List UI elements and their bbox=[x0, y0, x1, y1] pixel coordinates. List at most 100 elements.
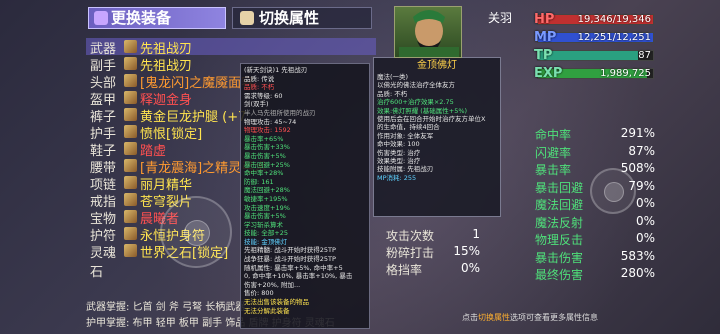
attribute-label: 魔法反射 bbox=[535, 215, 584, 230]
tooltip-line: 暴击伤害+33% bbox=[244, 143, 290, 152]
tooltip-line: 学习斩杀算术 bbox=[244, 220, 283, 229]
left-joystick[interactable] bbox=[160, 196, 232, 268]
attribute-value: 0% bbox=[635, 213, 655, 228]
hint-pre: 点击 bbox=[462, 313, 478, 322]
item-icon bbox=[124, 244, 137, 257]
weapon-mastery: 武器掌握: 匕首 剑 斧 弓弩 长柄武器 bbox=[86, 302, 246, 313]
equipment-row[interactable]: 武器 先祖战刃 bbox=[86, 38, 376, 57]
stat-label: 粉碎打击 bbox=[386, 246, 435, 260]
attribute-row: 暴击回避 79% bbox=[535, 179, 655, 196]
attribute-label: 最终伤害 bbox=[535, 268, 584, 282]
attribute-value: 508% bbox=[620, 161, 655, 175]
tooltip-line: 售价: 800 bbox=[244, 289, 274, 298]
skill-tooltip-line: 魔法(一类) bbox=[377, 73, 409, 81]
attribute-label: 魔法回避 bbox=[535, 198, 584, 212]
tooltip-line: 魔法回避+28% bbox=[244, 186, 290, 195]
attribute-value: 291% bbox=[620, 126, 655, 140]
attribute-row: 闪避率 87% bbox=[535, 144, 655, 161]
attribute-value: 280% bbox=[620, 266, 655, 280]
skill-tooltip-line: 效果:佛灯照耀 (基础属性+5%) bbox=[377, 106, 468, 115]
tooltip-line: (新天剑诀)1 先祖战刃 bbox=[244, 66, 308, 74]
resource-bar-label: HP bbox=[534, 12, 555, 27]
tooltip-line: 命中率+28% bbox=[244, 169, 284, 178]
skill-tooltip-line: 技能附属: 先祖战刃 bbox=[377, 165, 434, 174]
tooltip-line: 无法分解此装备 bbox=[244, 306, 290, 315]
stat-value: 15% bbox=[453, 244, 480, 258]
resource-bar-value: 19,346/19,346 bbox=[577, 14, 651, 25]
tooltip-line: 0, 命中率+10%, 暴击率+10%, 暴击 bbox=[244, 272, 353, 281]
skill-tooltip-line: 品质: 不朽 bbox=[377, 89, 408, 98]
hero-portrait bbox=[394, 6, 462, 58]
tooltip-line: 暴击回避+25% bbox=[244, 160, 290, 169]
tooltip-line: 物理攻击: 1592 bbox=[244, 126, 291, 135]
resource-bar-value: 12,251/12,251 bbox=[577, 32, 651, 43]
item-icon bbox=[124, 125, 137, 138]
attribute-value: 0% bbox=[635, 196, 655, 210]
tooltip-line: 技能: 金顶佛灯 bbox=[244, 237, 288, 246]
attribute-label: 命中率 bbox=[535, 128, 572, 142]
attribute-value: 79% bbox=[628, 178, 655, 193]
tab-switch-attributes-label: 切换属性 bbox=[259, 9, 320, 27]
resource-bar-label: MP bbox=[534, 30, 557, 45]
tooltip-line: 暴击伤害+5% bbox=[244, 212, 286, 221]
shirt-icon bbox=[240, 11, 254, 25]
item-icon bbox=[124, 57, 137, 70]
tab-change-equipment[interactable]: 更换装备 bbox=[88, 7, 226, 29]
item-icon bbox=[124, 193, 137, 206]
equipment-icon bbox=[94, 11, 108, 25]
tooltip-line: 品质: 传说 bbox=[244, 74, 275, 83]
hint-text: 点击切换属性选项可查看更多属性信息 bbox=[462, 312, 598, 323]
hero-name: 关羽 bbox=[488, 11, 513, 25]
skill-tooltip-title: 金顶佛灯 bbox=[417, 60, 457, 71]
attribute-row: 命中率 291% bbox=[535, 126, 655, 143]
attribute-row: 魔法反射 0% bbox=[535, 214, 655, 231]
tooltip-line: 先祖精髓: 战斗开始时获得25TP bbox=[244, 246, 336, 255]
tooltip-line: 敏捷率+195% bbox=[244, 194, 288, 203]
attribute-label: 暴击回避 bbox=[535, 180, 584, 195]
attribute-row: 最终伤害 280% bbox=[535, 266, 655, 283]
tooltip-line: 剑(双手) bbox=[244, 100, 269, 109]
attribute-value: 87% bbox=[628, 143, 655, 158]
attribute-label: 物理反击 bbox=[535, 233, 584, 247]
tooltip-line: 半人马先祖所使用的战刃 bbox=[244, 108, 316, 117]
attribute-label: 暴击伤害 bbox=[535, 250, 584, 265]
tab-switch-attributes[interactable]: 切换属性 bbox=[232, 7, 372, 29]
attribute-label: 闪避率 bbox=[535, 145, 572, 160]
attribute-row: 魔法回避 0% bbox=[535, 196, 655, 213]
resource-bar-label: TP bbox=[534, 48, 553, 63]
skill-tooltip-line: 命中效果: 100 bbox=[377, 140, 420, 149]
left-joystick-knob[interactable] bbox=[184, 220, 210, 246]
tooltip-line: 伤害+20%, 附加... bbox=[244, 280, 301, 289]
item-icon bbox=[124, 227, 137, 240]
stat-label: 格挡率 bbox=[386, 263, 423, 277]
hint-highlight: 切换属性 bbox=[478, 313, 510, 322]
stat-value: 1 bbox=[472, 227, 480, 241]
stat-value: 0% bbox=[460, 261, 480, 275]
attribute-row: 暴击伤害 583% bbox=[535, 249, 655, 266]
equipment-slot-label: 灵魂石 bbox=[90, 246, 117, 280]
item-icon bbox=[124, 142, 137, 155]
tooltip-line: 物理攻击: 45~74 bbox=[244, 117, 297, 126]
tooltip-line: 品质: 不朽 bbox=[244, 83, 275, 92]
item-tooltip: (新天剑诀)1 先祖战刃 品质: 传说 品质: 不朽 需求等级: 60 剑(双手) 半人马… bbox=[240, 63, 370, 329]
item-icon bbox=[124, 91, 137, 104]
skill-tooltip-line: 效果类型: 治疗 bbox=[377, 157, 421, 166]
skill-tooltip-line: MP消耗: 255 bbox=[377, 173, 417, 182]
item-icon bbox=[124, 159, 137, 172]
skill-tooltip: 金顶佛灯 魔法(一类) 以佛光的佛法治疗全体友方 品质: 不朽 治疗600+治疗效果×… bbox=[373, 57, 501, 217]
tooltip-line: 攻击速度+19% bbox=[244, 203, 290, 212]
attribute-value: 0% bbox=[635, 231, 655, 245]
resource-bar: TP 87 bbox=[534, 48, 654, 63]
attribute-row: 暴击率 508% bbox=[535, 161, 655, 178]
item-icon bbox=[124, 74, 137, 87]
attribute-value: 583% bbox=[620, 248, 655, 263]
skill-tooltip-line: 以佛光的佛法治疗全体友方 bbox=[377, 81, 455, 90]
resource-bar-value: 87 bbox=[638, 50, 651, 61]
tooltip-line: 暴击伤害+5% bbox=[244, 151, 286, 160]
tooltip-line: 防御: 161 bbox=[244, 177, 274, 186]
tooltip-line: 无法出售该装备的物品 bbox=[244, 298, 309, 307]
resource-bar: EXP 1,989,725 bbox=[534, 66, 654, 81]
skill-tooltip-line: 伤害类型: 治疗 bbox=[377, 148, 421, 157]
skill-tooltip-line: 的生命值，持续4回合 bbox=[377, 123, 440, 132]
resource-bar: MP 12,251/12,251 bbox=[534, 30, 654, 45]
